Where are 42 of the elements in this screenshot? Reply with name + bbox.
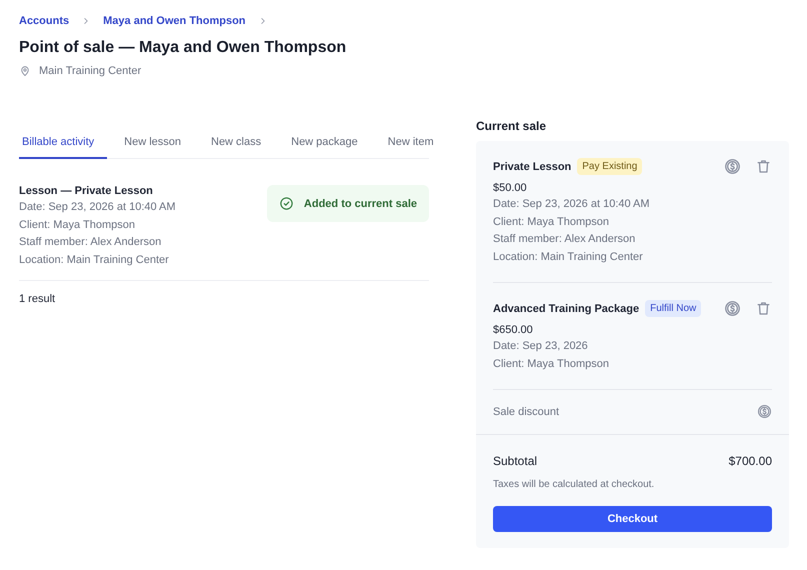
subtotal-amount: $700.00 bbox=[728, 454, 772, 468]
status-badge: Pay Existing bbox=[577, 158, 642, 175]
dollar-icon bbox=[724, 158, 741, 175]
item-price: $50.00 bbox=[493, 181, 528, 196]
status-banner: Added to current sale bbox=[266, 185, 429, 222]
section-heading: Current sale bbox=[476, 119, 548, 133]
status-badge: Fulfill Now bbox=[645, 300, 702, 317]
result-count: 1 result bbox=[19, 293, 56, 305]
location-pin-icon bbox=[19, 65, 31, 77]
page-title: Point of sale — Maya and Owen Thompson bbox=[19, 39, 348, 57]
tab[interactable]: New lesson bbox=[111, 127, 194, 159]
discount-button[interactable] bbox=[757, 404, 772, 419]
tax-note: Taxes will be calculated at checkout. bbox=[492, 478, 656, 490]
trash-icon bbox=[755, 300, 772, 317]
tab[interactable]: Billable activity bbox=[19, 127, 108, 159]
dollar-icon bbox=[757, 404, 772, 419]
breadcrumb-link[interactable]: Accounts bbox=[19, 15, 70, 27]
activity-detail: Client: Maya Thompson bbox=[19, 218, 136, 232]
subtotal-label: Subtotal bbox=[493, 454, 538, 468]
checkout-button[interactable]: Checkout bbox=[493, 506, 772, 532]
tab[interactable]: New class bbox=[198, 127, 274, 159]
trash-icon bbox=[755, 158, 772, 175]
activity-detail: Location: Main Training Center bbox=[19, 252, 170, 268]
item-detail: Client: Maya Thompson bbox=[493, 356, 610, 372]
item-name: Advanced Training Package bbox=[493, 302, 640, 314]
tab[interactable]: New package bbox=[278, 127, 371, 159]
activity-detail: Staff member: Alex Anderson bbox=[19, 235, 162, 250]
item-detail: Client: Maya Thompson bbox=[493, 214, 610, 230]
item-name: Private Lesson bbox=[493, 160, 572, 172]
item-detail: Date: Sep 23, 2026 at 10:40 AM bbox=[493, 197, 650, 212]
discount-label: Sale discount bbox=[493, 406, 560, 418]
check-circle-icon bbox=[278, 196, 294, 211]
item-detail: Location: Main Training Center bbox=[493, 250, 644, 264]
dollar-icon bbox=[724, 300, 741, 317]
breadcrumb-link[interactable]: Maya and Owen Thompson bbox=[103, 15, 246, 27]
item-price: $650.00 bbox=[493, 323, 534, 338]
location-text: Main Training Center bbox=[39, 65, 142, 77]
item-detail: Staff member: Alex Anderson bbox=[493, 232, 636, 247]
item-detail: Date: Sep 23, 2026 bbox=[493, 339, 589, 354]
activity-title: Lesson — Private Lesson bbox=[19, 185, 154, 197]
activity-detail: Date: Sep 23, 2026 at 10:40 AM bbox=[19, 200, 176, 215]
tab[interactable]: New item bbox=[374, 127, 447, 159]
